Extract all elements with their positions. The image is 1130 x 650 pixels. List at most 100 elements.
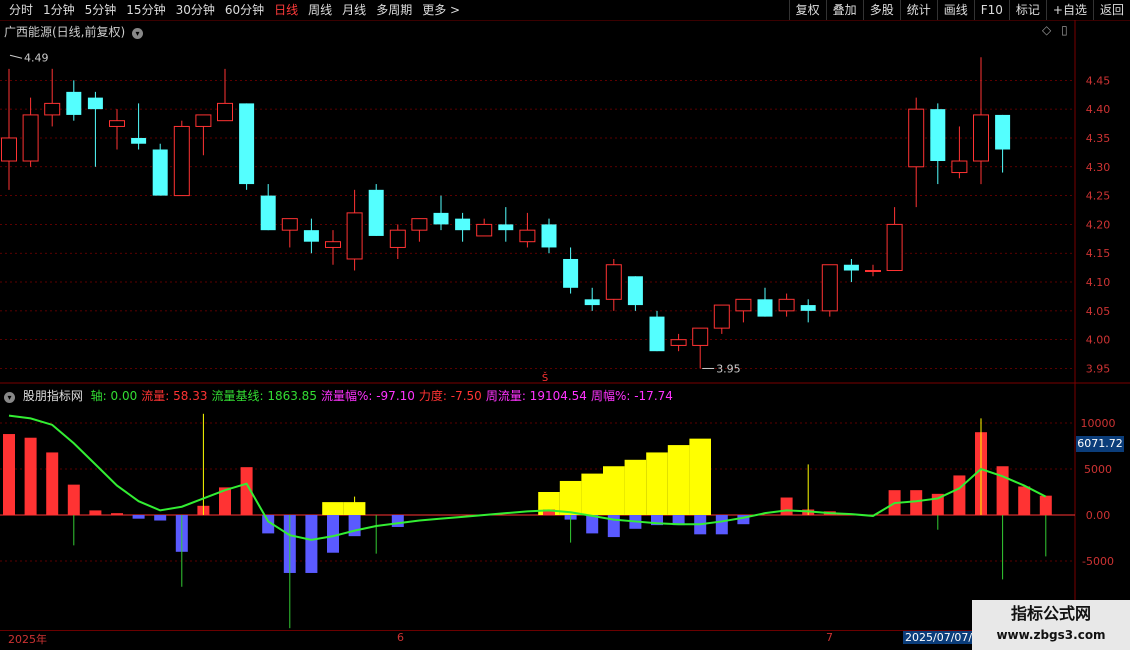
weekly-flow-bar bbox=[646, 452, 668, 515]
weekly-flow-bar bbox=[667, 445, 690, 515]
flow-bar bbox=[89, 510, 102, 515]
candle-body-down bbox=[757, 299, 773, 317]
candle-body-up bbox=[1, 137, 17, 162]
flow-bar bbox=[715, 515, 728, 535]
flow-bar bbox=[910, 490, 923, 515]
indicator-tick-3: -5000 bbox=[1082, 555, 1114, 568]
high-label: 4.49 bbox=[24, 51, 49, 64]
price-tick-1: 4.40 bbox=[1086, 103, 1111, 116]
candle-body-up bbox=[476, 223, 493, 237]
price-tick-7: 4.10 bbox=[1086, 276, 1111, 289]
candle-body-down bbox=[627, 276, 643, 306]
flow-bar bbox=[780, 497, 793, 515]
flow-bar bbox=[996, 466, 1009, 515]
candle-body-up bbox=[951, 160, 968, 174]
flow-bar bbox=[67, 484, 80, 515]
candle-body-up bbox=[44, 102, 61, 116]
candle-body-down bbox=[498, 224, 514, 231]
date-cursor-label: 2025/07/07/ bbox=[903, 631, 975, 644]
candle-body-down bbox=[66, 91, 82, 115]
weekly-flow-bar bbox=[689, 438, 711, 515]
candle-body-up bbox=[605, 264, 622, 300]
candle-body-down bbox=[87, 97, 103, 110]
candle-body-up bbox=[735, 298, 752, 312]
price-tick-9: 4.00 bbox=[1086, 334, 1111, 347]
price-tick-5: 4.20 bbox=[1086, 218, 1111, 231]
flow-bar bbox=[953, 475, 966, 515]
watermark-url: www.zbgs3.com bbox=[996, 628, 1106, 642]
baseline-line bbox=[8, 414, 1047, 541]
indicator-tick-0: 10000 bbox=[1081, 417, 1116, 430]
candle-body-up bbox=[713, 304, 730, 329]
candle-body-down bbox=[843, 264, 859, 271]
candle-body-up bbox=[692, 327, 709, 346]
flow-bar bbox=[111, 513, 123, 515]
high-arrow bbox=[9, 54, 23, 59]
candle-body-up bbox=[908, 108, 925, 168]
flow-bar bbox=[391, 515, 404, 527]
flow-bar bbox=[154, 515, 167, 521]
weekly-flow-bar bbox=[603, 466, 625, 515]
flow-bar bbox=[46, 452, 59, 515]
flow-bar bbox=[586, 515, 599, 534]
flow-bar bbox=[1039, 495, 1052, 515]
date-label-june: 6 bbox=[397, 631, 404, 644]
weekly-flow-bar bbox=[624, 459, 647, 515]
weekly-flow-bar bbox=[322, 502, 344, 515]
flow-bar bbox=[305, 515, 318, 573]
candle-body-down bbox=[995, 114, 1011, 150]
candle-body-up bbox=[281, 218, 298, 231]
candle-body-down bbox=[239, 103, 255, 185]
price-tick-10: 3.95 bbox=[1086, 362, 1111, 375]
date-label-year: 2025年 bbox=[8, 633, 47, 646]
candle-body-up bbox=[886, 223, 903, 272]
weekly-flow-bar bbox=[559, 480, 582, 515]
flow-bar bbox=[327, 515, 339, 553]
candle-body-up bbox=[519, 229, 536, 243]
flow-bar bbox=[1018, 486, 1031, 515]
flow-bar bbox=[3, 434, 15, 515]
price-tick-6: 4.15 bbox=[1086, 247, 1111, 260]
watermark: 指标公式网 www.zbgs3.com bbox=[972, 600, 1130, 650]
candle-body-down bbox=[368, 189, 384, 236]
candle-body-up bbox=[22, 114, 39, 162]
candle-body-up bbox=[821, 264, 838, 312]
chart-canvas: 4.45 4.40 4.35 4.30 4.25 4.20 4.15 4.10 4.05 4.00… bbox=[0, 20, 1130, 645]
flow-bar bbox=[348, 515, 361, 537]
candle-body-down bbox=[433, 212, 449, 225]
signal-marker: Š bbox=[542, 371, 548, 384]
weekly-flow-bar bbox=[581, 473, 603, 515]
candle-body-up bbox=[109, 120, 125, 127]
candle-body-up bbox=[346, 212, 363, 260]
candle-body-down bbox=[455, 218, 471, 231]
price-tick-8: 4.05 bbox=[1086, 305, 1111, 318]
candle-body-down bbox=[563, 258, 579, 288]
price-tick-4: 4.25 bbox=[1086, 190, 1111, 203]
candle-body-up bbox=[325, 241, 341, 248]
indicator-tick-1: 5000 bbox=[1084, 463, 1112, 476]
candle-body-down bbox=[303, 230, 319, 242]
candle-body-down bbox=[260, 195, 276, 231]
candle-body-down bbox=[152, 149, 168, 196]
indicator-tick-2: 0.00 bbox=[1086, 509, 1111, 522]
price-tick-3: 4.30 bbox=[1086, 161, 1111, 174]
candle-body-down bbox=[649, 316, 665, 352]
low-label: 3.95 bbox=[716, 362, 741, 375]
candle-body-up bbox=[973, 114, 989, 162]
price-tick-0: 4.45 bbox=[1086, 74, 1111, 87]
flow-bar bbox=[132, 515, 145, 519]
watermark-title: 指标公式网 bbox=[1010, 604, 1091, 623]
candle-body-up bbox=[217, 102, 233, 122]
flow-bar bbox=[24, 437, 37, 515]
candle-body-up bbox=[670, 339, 687, 346]
current-value-tag: 6071.72 bbox=[1076, 436, 1124, 452]
candle-body-up bbox=[778, 298, 795, 312]
price-tick-2: 4.35 bbox=[1086, 132, 1111, 145]
candle-body-up bbox=[173, 125, 190, 197]
candle-body-down bbox=[584, 299, 600, 306]
candle-body-down bbox=[930, 109, 946, 162]
date-label-july: 7 bbox=[826, 631, 833, 644]
candle-body-up bbox=[195, 114, 212, 127]
candle-body-up bbox=[865, 270, 881, 273]
candle-body-down bbox=[131, 137, 147, 144]
